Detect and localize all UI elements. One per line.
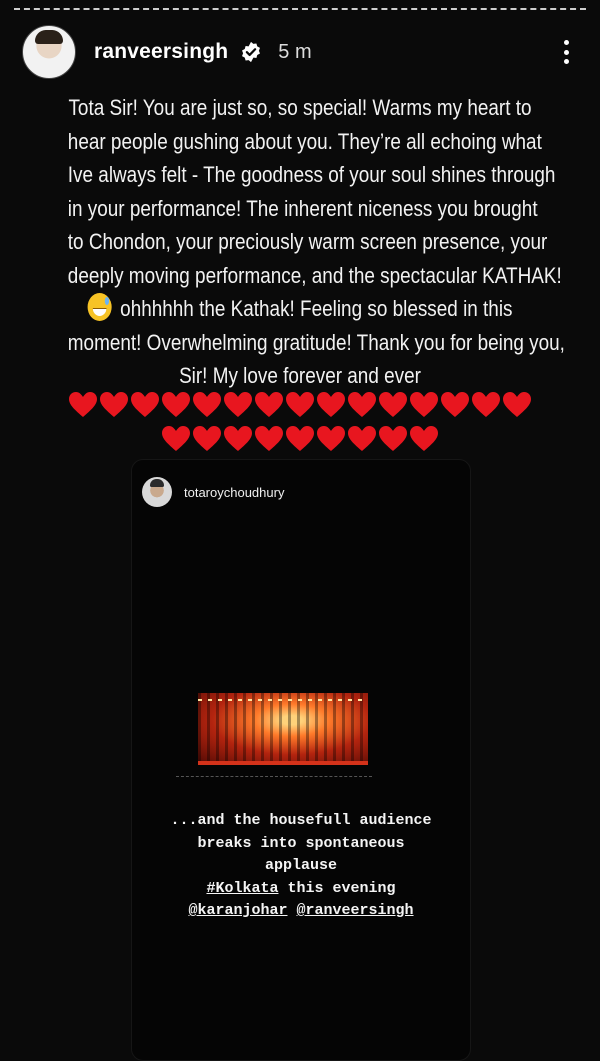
shared-caption-line: ...and the housefull audience xyxy=(170,812,432,829)
caption-line-emoji: ohhhhhh the Kathak! Feeling so blessed i… xyxy=(68,292,532,326)
caption-line: Ive always felt - The goodness of your s… xyxy=(67,162,556,187)
red-heart-icon xyxy=(224,392,252,418)
username[interactable]: ranveersingh xyxy=(94,40,228,64)
caption-line: deeply moving performance, and the spect… xyxy=(67,262,562,288)
verified-badge-icon xyxy=(242,41,261,63)
hearts-row-1 xyxy=(0,392,600,423)
red-heart-icon xyxy=(131,392,159,418)
caption-line: hear people gushing about you. They’re a… xyxy=(67,128,542,154)
red-heart-icon xyxy=(379,392,407,418)
red-heart-icon xyxy=(69,392,97,418)
divider xyxy=(176,776,372,777)
theatre-stage-image xyxy=(198,693,368,765)
red-heart-icon xyxy=(441,392,469,418)
hashtag-link[interactable]: #Kolkata xyxy=(206,880,278,897)
red-heart-icon xyxy=(348,392,376,418)
red-heart-icon xyxy=(472,392,500,418)
red-heart-icon xyxy=(255,392,283,418)
shared-post-avatar[interactable] xyxy=(142,477,172,507)
red-heart-icon xyxy=(193,426,221,452)
caption-line: Sir! My love forever and ever xyxy=(179,363,421,388)
red-heart-icon xyxy=(224,426,252,452)
red-heart-icon xyxy=(317,392,345,418)
red-heart-icon xyxy=(348,426,376,452)
profile-avatar[interactable] xyxy=(22,25,76,79)
shared-post-header: totaroychoudhury xyxy=(142,477,284,507)
red-heart-icon xyxy=(503,392,531,418)
shared-post-caption: ...and the housefull audience breaks int… xyxy=(132,810,470,923)
caption-line: to Chondon, your preciously warm screen … xyxy=(67,229,548,254)
shared-post-username[interactable]: totaroychoudhury xyxy=(184,485,284,500)
caption-line: Tota Sir! You are just so, so special! W… xyxy=(68,95,532,120)
caption-line: moment! Overwhelming gratitude! Thank yo… xyxy=(67,329,565,355)
red-heart-icon xyxy=(162,426,190,452)
red-heart-icon xyxy=(286,392,314,418)
red-heart-icon xyxy=(410,392,438,418)
grinning-sweat-emoji-icon xyxy=(87,293,112,321)
caption-line: in your performance! The inherent nicene… xyxy=(67,195,538,221)
shared-caption-line: applause xyxy=(264,857,337,874)
red-heart-icon xyxy=(193,392,221,418)
shared-caption-text: this evening xyxy=(278,879,396,897)
hearts-row-2 xyxy=(0,426,600,457)
story-progress-bar xyxy=(14,8,586,10)
shared-caption-line: @karanjohar @ranveersingh xyxy=(132,900,470,923)
red-heart-icon xyxy=(255,426,283,452)
shared-caption-line: #Kolkata this evening xyxy=(132,878,470,901)
shared-caption-line: breaks into spontaneous xyxy=(197,834,405,852)
red-heart-icon xyxy=(100,392,128,418)
story-caption: Tota Sir! You are just so, so special! W… xyxy=(67,91,565,393)
red-heart-icon xyxy=(317,426,345,452)
mention-link[interactable]: @ranveersingh xyxy=(297,902,414,919)
shared-post-card[interactable]: totaroychoudhury ...and the housefull au… xyxy=(131,459,471,1061)
story-header: ranveersingh 5 m xyxy=(22,24,578,80)
caption-line: ohhhhhh the Kathak! Feeling so blessed i… xyxy=(120,296,513,321)
post-time: 5 m xyxy=(278,40,312,63)
more-options-icon[interactable] xyxy=(554,37,578,67)
red-heart-icon xyxy=(410,426,438,452)
red-heart-icon xyxy=(162,392,190,418)
mention-link[interactable]: @karanjohar xyxy=(188,902,287,919)
red-heart-icon xyxy=(286,426,314,452)
red-heart-icon xyxy=(379,426,407,452)
